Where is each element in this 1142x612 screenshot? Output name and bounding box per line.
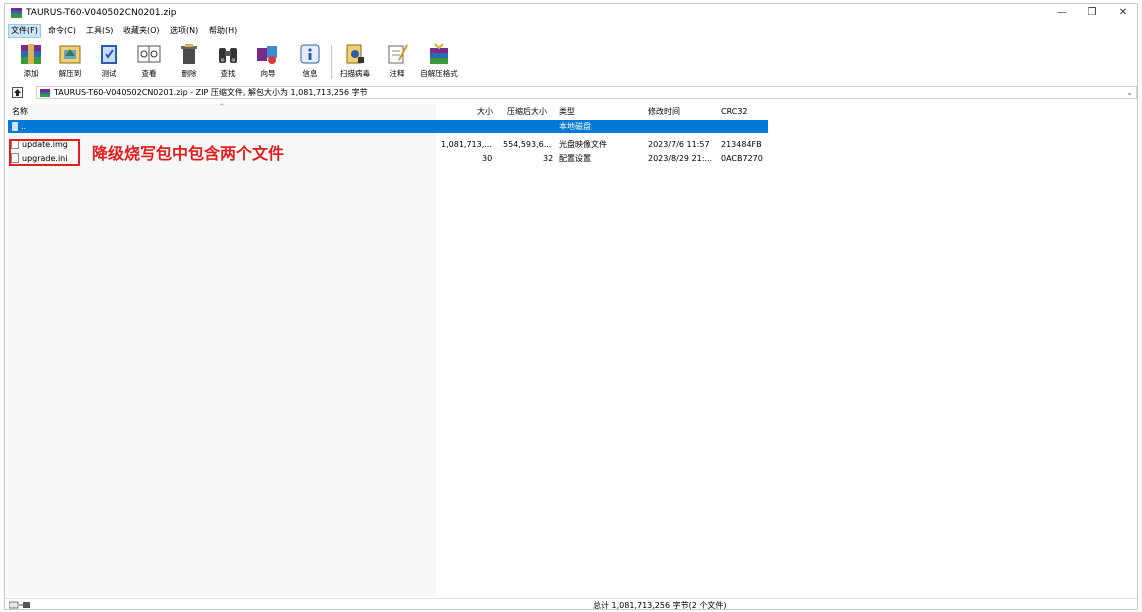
path-text: TAURUS-T60-V040502CN0201.zip - ZIP 压缩文件,…: [54, 88, 368, 97]
file-modified: 2023/7/6 11:57: [648, 140, 710, 149]
file-crc: 0ACB7270: [721, 154, 763, 163]
toolbar-separator: [331, 45, 332, 79]
column-header-size[interactable]: 大小: [477, 105, 493, 118]
close-button[interactable]: ✕: [1112, 6, 1134, 20]
file-size: 1,081,713,...: [441, 140, 492, 149]
view-book-icon: [137, 45, 161, 63]
delete-label: 删除: [181, 69, 197, 78]
status-total-text: 总计 1,081,713,256 字节(2 个文件): [593, 601, 727, 610]
sfx-label: 自解压格式: [420, 69, 458, 78]
comment-label: 注释: [389, 69, 405, 78]
column-header-packed[interactable]: 压缩后大小: [507, 105, 547, 118]
extract-to-button[interactable]: 解压到: [53, 39, 87, 83]
minimize-button[interactable]: —: [1051, 6, 1073, 20]
winrar-window: TAURUS-T60-V040502CN0201.zip — ❐ ✕ 文件(F)…: [4, 3, 1138, 610]
column-header-name[interactable]: 名称: [12, 105, 28, 118]
view-label: 查看: [141, 69, 157, 78]
parent-type: 本地磁盘: [559, 122, 591, 131]
sfx-icon: [430, 43, 448, 64]
file-type: 光盘映像文件: [559, 140, 607, 149]
up-arrow-icon: [14, 89, 21, 96]
info-icon: [300, 44, 320, 64]
add-button[interactable]: 添加: [16, 39, 46, 83]
menu-options[interactable]: 选项(N): [168, 25, 200, 37]
column-header-modified[interactable]: 修改时间: [648, 105, 680, 118]
menu-favorites[interactable]: 收藏夹(O): [121, 25, 162, 37]
column-header-crc[interactable]: CRC32: [721, 105, 748, 118]
title-bar: TAURUS-T60-V040502CN0201.zip — ❐ ✕: [5, 4, 1137, 22]
file-packed-size: 554,593,6...: [503, 140, 552, 149]
window-title: TAURUS-T60-V040502CN0201.zip: [26, 8, 177, 18]
info-button[interactable]: 信息: [296, 39, 324, 83]
view-button[interactable]: 查看: [132, 39, 166, 83]
column-header-type[interactable]: 类型: [559, 105, 575, 118]
delete-button[interactable]: 删除: [175, 39, 203, 83]
add-label: 添加: [23, 69, 39, 78]
wizard-label: 向导: [260, 69, 276, 78]
wizard-icon: [257, 46, 277, 64]
menu-tools[interactable]: 工具(S): [84, 25, 115, 37]
test-book-icon: [101, 45, 117, 64]
find-binoculars-icon: [219, 48, 237, 63]
file-packed-size: 32: [543, 154, 554, 163]
path-field[interactable]: TAURUS-T60-V040502CN0201.zip - ZIP 压缩文件,…: [36, 86, 1137, 99]
scan-virus-button[interactable]: 扫描病毒: [336, 39, 374, 83]
file-size: 30: [482, 154, 493, 163]
wizard-button[interactable]: 向导: [251, 39, 285, 83]
extract-to-label: 解压到: [58, 69, 82, 78]
maximize-button[interactable]: ❐: [1081, 6, 1103, 20]
winrar-app-icon: [11, 8, 22, 18]
file-list: 名称 ^ 大小 压缩后大小 类型 修改时间 CRC32 .. 本地磁盘 upda…: [5, 103, 1137, 597]
test-label: 测试: [101, 69, 117, 78]
test-button[interactable]: 测试: [95, 39, 123, 83]
file-crc: 213484FB: [721, 140, 762, 149]
annotation-highlight-box: [9, 139, 80, 166]
zip-archive-icon: [40, 89, 50, 97]
delete-trash-icon: [181, 44, 197, 64]
toolbar: 添加 解压到 测试 查看 删除 查找 向导 信息 扫描病毒 注释 自解压格式: [5, 39, 1137, 83]
file-type: 配置设置: [559, 154, 591, 163]
name-column-pane: [8, 104, 436, 597]
find-label: 查找: [220, 69, 236, 78]
status-bar: 总计 1,081,713,256 字节(2 个文件): [5, 598, 1137, 611]
address-bar: TAURUS-T60-V040502CN0201.zip - ZIP 压缩文件,…: [5, 85, 1137, 101]
scan-virus-icon: [346, 44, 364, 64]
add-books-icon: [21, 44, 41, 64]
info-label: 信息: [302, 69, 318, 78]
menu-help[interactable]: 帮助(H): [207, 25, 239, 37]
menu-file[interactable]: 文件(F): [8, 24, 41, 38]
parent-name: ..: [21, 122, 27, 131]
comment-button[interactable]: 注释: [383, 39, 411, 83]
file-modified: 2023/8/29 21:...: [648, 154, 713, 163]
menu-bar: 文件(F) 命令(C) 工具(S) 收藏夹(O) 选项(N) 帮助(H): [5, 24, 1137, 38]
sfx-button[interactable]: 自解压格式: [417, 39, 461, 83]
find-button[interactable]: 查找: [214, 39, 242, 83]
menu-command[interactable]: 命令(C): [46, 25, 78, 37]
scan-virus-label: 扫描病毒: [340, 69, 370, 78]
sort-caret-icon: ^: [219, 103, 225, 111]
table-row-parent[interactable]: .. 本地磁盘: [8, 120, 768, 133]
status-drive-icon: [9, 601, 30, 609]
extract-folder-icon: [59, 45, 81, 64]
up-folder-button[interactable]: [12, 87, 23, 98]
parent-folder-icon: [12, 122, 18, 131]
chevron-down-icon[interactable]: ⌄: [1126, 87, 1133, 99]
annotation-text: 降级烧写包中包含两个文件: [92, 144, 285, 163]
comment-icon: [388, 44, 408, 64]
